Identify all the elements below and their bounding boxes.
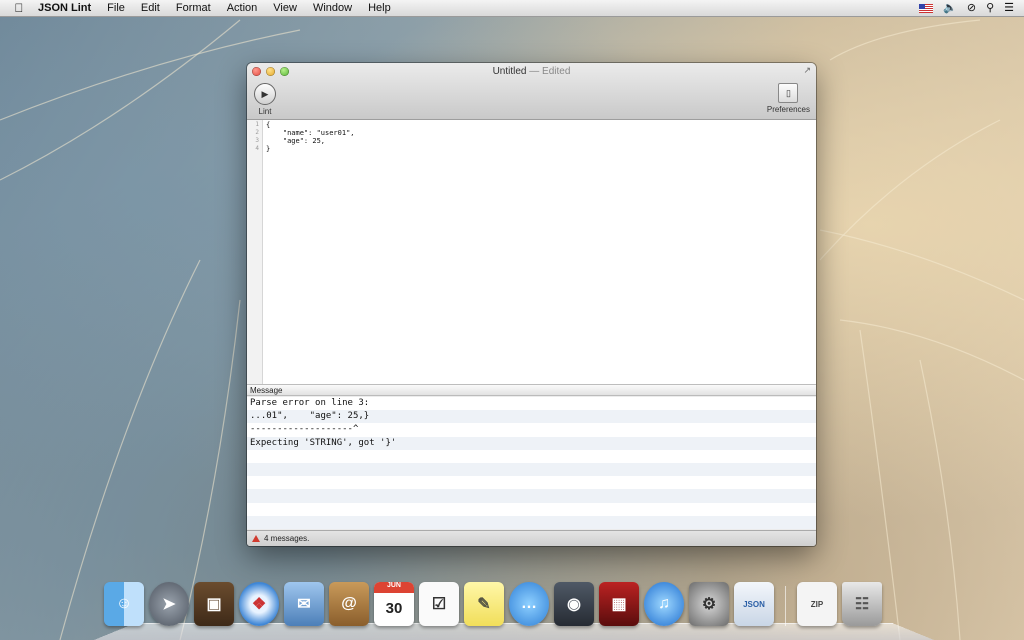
spotlight-search-icon[interactable]: ⚲ (986, 0, 994, 16)
photo-booth-icon[interactable]: ▦ (599, 582, 639, 626)
code-line: "name": "user01", (266, 129, 355, 137)
preferences-switch-icon: ▯ (778, 83, 799, 103)
menu-help[interactable]: Help (360, 0, 399, 16)
menu-format[interactable]: Format (168, 0, 219, 16)
menu-extras: 🔈 ⊘ ⚲ ☰ (919, 0, 1024, 16)
preferences-label: Preferences (766, 105, 810, 114)
json-lint-icon[interactable]: JSON (734, 582, 774, 626)
title-separator: — (526, 66, 543, 77)
photo-slideshow-icon[interactable]: ▣ (194, 582, 234, 626)
json-lint-window: Untitled — Edited ↗ ▶ Lint ▯ Preferences… (247, 63, 816, 546)
message-row (247, 489, 816, 503)
fullscreen-icon[interactable]: ↗ (803, 65, 811, 76)
message-row (247, 515, 816, 529)
zip-archive-icon[interactable]: ZIP (797, 582, 837, 626)
document-name: Untitled (492, 66, 527, 77)
status-bar: 4 messages. (247, 530, 816, 546)
code-line: { (266, 121, 271, 129)
apple-menu-icon[interactable]:  (12, 1, 26, 15)
message-row[interactable]: Expecting 'STRING', got '}' (247, 436, 816, 450)
json-editor[interactable]: 1 2 3 4 { "name": "user01", "age": 25, } (247, 120, 816, 385)
volume-icon[interactable]: 🔈 (943, 0, 957, 16)
lint-button[interactable]: ▶ Lint (253, 83, 277, 116)
itunes-icon[interactable]: ♫ (644, 582, 684, 626)
message-row[interactable]: ...01", "age": 25,} (247, 410, 816, 424)
message-row[interactable]: -------------------^ (247, 423, 816, 436)
window-titlebar[interactable]: Untitled — Edited ↗ ▶ Lint ▯ Preferences (247, 63, 816, 120)
input-source-flag-icon[interactable] (919, 3, 934, 13)
trash-icon[interactable]: ☷ (842, 582, 882, 626)
dock-separator (785, 586, 786, 626)
warning-icon (252, 535, 260, 542)
reminders-icon[interactable]: ☑ (419, 582, 459, 626)
code-line: } (266, 145, 271, 153)
calendar-day: 30 (385, 599, 403, 617)
launchpad-icon[interactable]: ➤ (149, 582, 189, 626)
json-label: JSON (743, 599, 765, 609)
lint-label: Lint (258, 107, 272, 116)
line-number: 3 (255, 137, 259, 144)
message-row[interactable]: Parse error on line 3: (247, 397, 816, 410)
line-number-gutter: 1 2 3 4 (247, 120, 263, 384)
preferences-button[interactable]: ▯ Preferences (767, 83, 810, 114)
notification-center-icon[interactable]: ☰ (1004, 0, 1014, 16)
message-row (247, 450, 816, 463)
document-state: Edited (542, 66, 571, 77)
safari-icon[interactable]: ❖ (239, 582, 279, 626)
line-number: 2 (255, 129, 259, 136)
message-row (247, 503, 816, 516)
menu-app-name[interactable]: JSON Lint (36, 0, 99, 16)
dock: ☺ ➤ ▣ ❖ ✉ @ 30 ☑ ✎ … ◉ ▦ ♫ ⚙ JSON ZIP ☷ (94, 582, 934, 640)
menu-window[interactable]: Window (305, 0, 360, 16)
line-number: 1 (255, 121, 259, 128)
code-area[interactable]: { "name": "user01", "age": 25, } (266, 121, 355, 153)
message-row (247, 462, 816, 477)
menu-edit[interactable]: Edit (133, 0, 168, 16)
system-preferences-icon[interactable]: ⚙ (689, 582, 729, 626)
facetime-icon[interactable]: ◉ (554, 582, 594, 626)
message-count: 4 messages. (264, 534, 310, 543)
menu-action[interactable]: Action (219, 0, 266, 16)
calendar-icon[interactable]: 30 (374, 582, 414, 626)
message-column-header[interactable]: Message (247, 385, 816, 396)
line-number: 4 (255, 145, 259, 152)
messages-icon[interactable]: … (509, 582, 549, 626)
notes-icon[interactable]: ✎ (464, 582, 504, 626)
message-row (247, 476, 816, 489)
contacts-icon[interactable]: @ (329, 582, 369, 626)
play-icon: ▶ (254, 83, 276, 105)
time-machine-icon[interactable]: ⊘ (967, 0, 976, 16)
window-title: Untitled — Edited (247, 66, 816, 77)
zip-label: ZIP (810, 599, 824, 609)
finder-icon[interactable]: ☺ (104, 582, 144, 626)
menu-bar:  JSON Lint File Edit Format Action View… (0, 0, 1024, 17)
menu-file[interactable]: File (99, 0, 133, 16)
code-line: "age": 25, (266, 137, 326, 145)
message-list[interactable]: Parse error on line 3: ...01", "age": 25… (247, 397, 816, 529)
menu-view[interactable]: View (265, 0, 305, 16)
mail-icon[interactable]: ✉ (284, 582, 324, 626)
